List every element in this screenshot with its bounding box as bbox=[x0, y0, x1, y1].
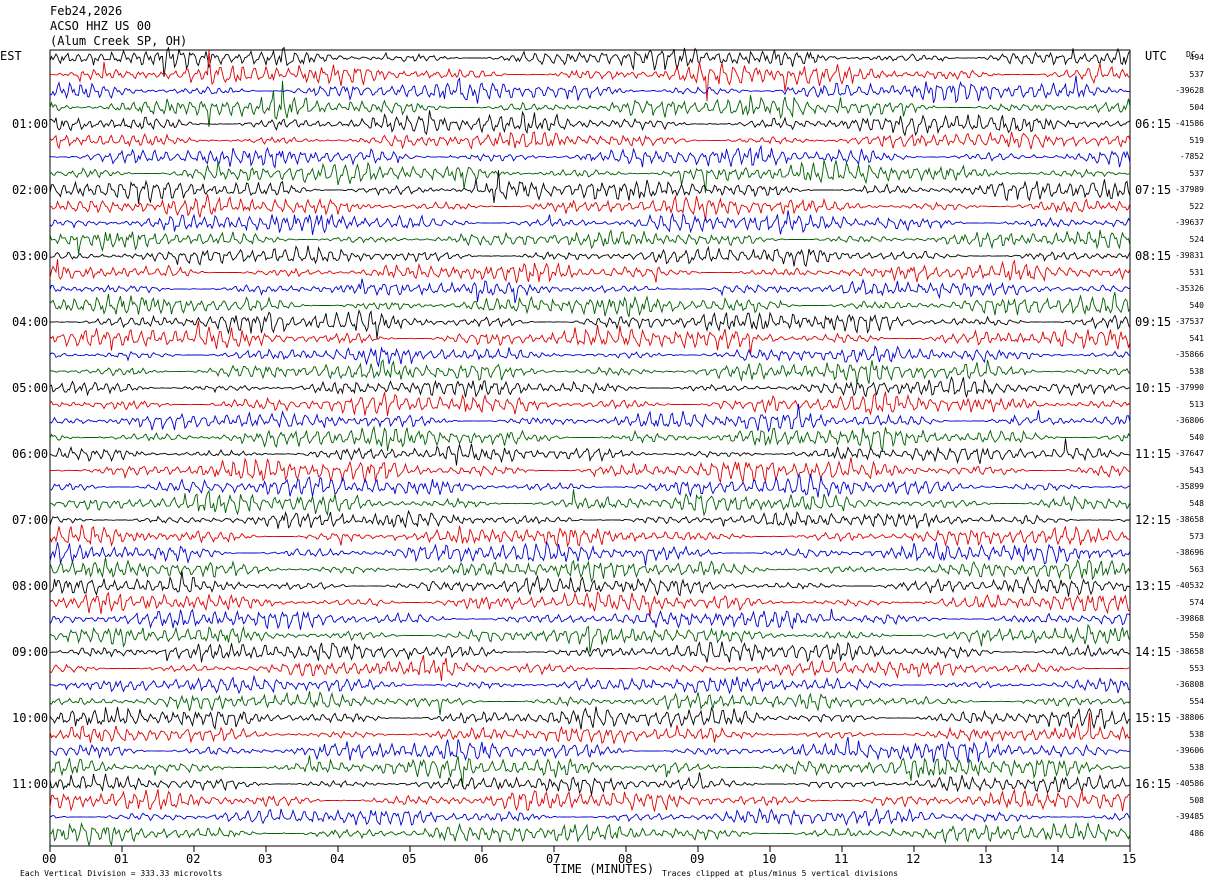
trace-row bbox=[49, 541, 1131, 566]
trace-row bbox=[49, 345, 1131, 368]
plot-frame bbox=[49, 49, 1131, 847]
trace-row bbox=[49, 46, 1131, 77]
trace-row bbox=[49, 591, 1131, 617]
trace-row bbox=[49, 788, 1131, 812]
trace-row bbox=[49, 655, 1131, 681]
trace-row bbox=[49, 292, 1131, 318]
trace-row bbox=[49, 391, 1131, 416]
trace-row bbox=[49, 110, 1131, 137]
trace-row bbox=[49, 438, 1131, 466]
trace-row bbox=[49, 131, 1131, 150]
trace-row bbox=[49, 259, 1131, 284]
trace-row bbox=[49, 807, 1131, 827]
trace-row bbox=[49, 375, 1131, 398]
trace-row bbox=[49, 144, 1131, 170]
trace-row bbox=[49, 557, 1131, 583]
trace-row bbox=[49, 736, 1131, 763]
trace-row bbox=[49, 772, 1131, 796]
trace-row bbox=[49, 821, 1131, 847]
trace-row bbox=[50, 309, 1131, 340]
trace-row bbox=[49, 229, 1131, 255]
trace-row bbox=[49, 75, 1131, 104]
trace-row bbox=[49, 623, 1131, 653]
trace-row bbox=[49, 473, 1131, 498]
trace-row bbox=[49, 359, 1131, 385]
trace-row bbox=[49, 691, 1131, 716]
trace-row bbox=[49, 245, 1131, 268]
trace-row bbox=[49, 509, 1131, 529]
trace-row bbox=[49, 320, 1131, 355]
trace-row bbox=[49, 159, 1131, 193]
trace-row bbox=[49, 403, 1131, 433]
seismogram-plot bbox=[49, 46, 1131, 852]
trace-row bbox=[49, 674, 1131, 695]
trace-row bbox=[49, 608, 1131, 630]
trace-row bbox=[49, 425, 1131, 452]
trace-row bbox=[49, 194, 1131, 221]
trace-row bbox=[49, 489, 1131, 517]
trace-row bbox=[49, 524, 1131, 548]
